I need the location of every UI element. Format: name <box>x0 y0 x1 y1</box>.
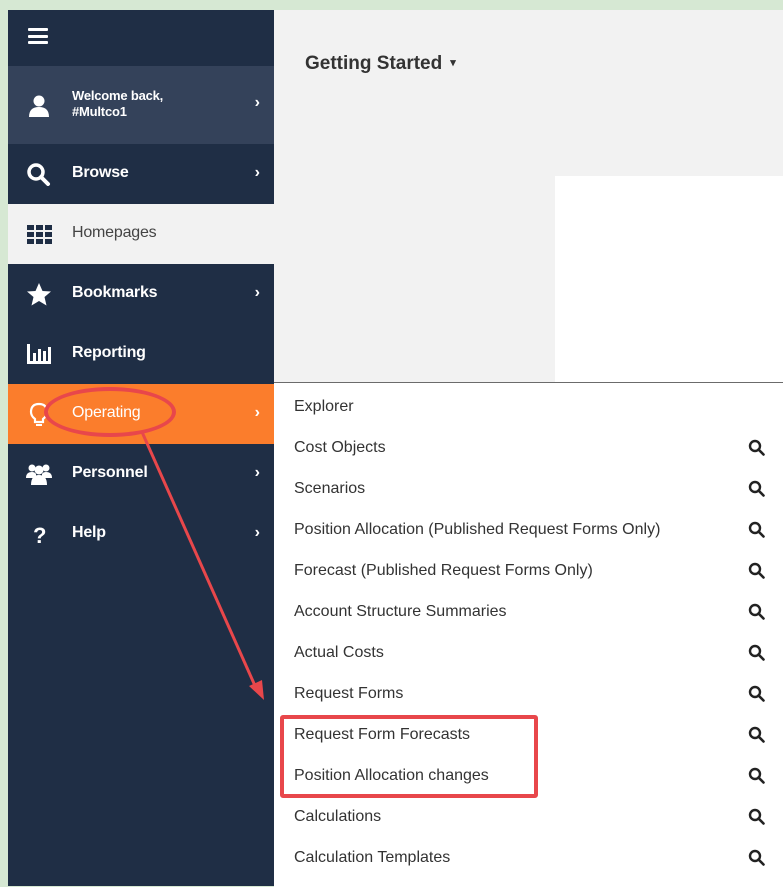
search-icon[interactable] <box>748 603 766 621</box>
question-icon: ? <box>33 523 46 546</box>
submenu-item-calculation-templates[interactable]: Calculation Templates <box>274 837 783 878</box>
svg-text:?: ? <box>33 523 46 546</box>
sidebar-item-help[interactable]: ? Help › <box>8 504 274 564</box>
search-icon[interactable] <box>748 767 766 785</box>
search-icon[interactable] <box>748 521 766 539</box>
submenu-item-calculations[interactable]: Calculations <box>274 796 783 837</box>
sidebar-item-label: Bookmarks <box>72 284 158 301</box>
star-icon <box>27 283 51 306</box>
submenu-item-account-structure-summaries[interactable]: Account Structure Summaries <box>274 591 783 632</box>
chevron-right-icon: › <box>254 164 260 181</box>
sidebar-item-bookmarks[interactable]: Bookmarks › <box>8 264 274 324</box>
submenu-item-label: Position Allocation (Published Request F… <box>294 521 661 538</box>
grid-icon <box>27 225 52 244</box>
submenu-item-label: Cost Objects <box>294 439 386 456</box>
sidebar-item-reporting[interactable]: Reporting <box>8 324 274 384</box>
sidebar-item-label: Homepages <box>72 224 157 241</box>
submenu-item-label: Request Forms <box>294 685 404 702</box>
sidebar-item-label: Help <box>72 524 106 541</box>
submenu-item-scenarios[interactable]: Scenarios <box>274 468 783 509</box>
submenu-item-forecast[interactable]: Forecast (Published Request Forms Only) <box>274 550 783 591</box>
submenu-item-label: Actual Costs <box>294 644 384 661</box>
content-panel <box>555 176 783 386</box>
submenu-item-explorer[interactable]: Explorer <box>274 386 783 427</box>
user-icon <box>29 95 49 117</box>
submenu-item-label: Calculations <box>294 808 382 825</box>
menu-toggle-button[interactable] <box>8 10 274 66</box>
operating-submenu: Explorer Cost Objects Scenarios Position… <box>274 382 783 887</box>
sidebar-item-personnel[interactable]: Personnel › <box>8 444 274 504</box>
search-icon[interactable] <box>748 644 766 662</box>
chevron-right-icon: › <box>254 94 260 111</box>
sidebar-item-label: Browse <box>72 164 129 181</box>
search-icon[interactable] <box>748 562 766 580</box>
submenu-item-label: Calculation Templates <box>294 849 451 866</box>
page-title: Getting Started <box>305 53 443 74</box>
submenu-item-label: Scenarios <box>294 480 366 497</box>
annotation-highlight-box <box>280 715 538 798</box>
search-icon[interactable] <box>748 726 766 744</box>
sidebar-item-welcome[interactable]: Welcome back, #Multco1 › <box>8 66 274 144</box>
search-icon <box>27 163 50 186</box>
sidebar-item-label: Personnel <box>72 464 148 481</box>
sidebar-item-homepages[interactable]: Homepages <box>8 204 274 264</box>
search-icon[interactable] <box>748 849 766 867</box>
sidebar-item-browse[interactable]: Browse › <box>8 144 274 204</box>
chevron-right-icon: › <box>254 404 260 421</box>
chevron-right-icon: › <box>254 524 260 541</box>
sidebar-item-label: Reporting <box>72 344 146 361</box>
search-icon[interactable] <box>748 808 766 826</box>
sidebar: Welcome back, #Multco1 › Browse › Homepa… <box>8 10 274 886</box>
welcome-text: Welcome back, #Multco1 <box>72 88 163 120</box>
hamburger-icon <box>28 28 48 44</box>
search-icon[interactable] <box>748 685 766 703</box>
chevron-right-icon: › <box>254 284 260 301</box>
submenu-item-cost-objects[interactable]: Cost Objects <box>274 427 783 468</box>
search-icon[interactable] <box>748 480 766 498</box>
search-icon[interactable] <box>748 439 766 457</box>
submenu-item-request-forms[interactable]: Request Forms <box>274 673 783 714</box>
page-title-dropdown[interactable]: Getting Started ▾ <box>305 53 456 75</box>
submenu-item-label: Account Structure Summaries <box>294 603 507 620</box>
submenu-item-label: Explorer <box>294 398 354 415</box>
submenu-item-label: Forecast (Published Request Forms Only) <box>294 562 593 579</box>
caret-down-icon: ▾ <box>450 57 456 69</box>
welcome-greeting: Welcome back, <box>72 88 164 103</box>
submenu-item-actual-costs[interactable]: Actual Costs <box>274 632 783 673</box>
welcome-username: #Multco1 <box>72 104 127 119</box>
users-icon <box>26 464 52 485</box>
bar-chart-icon <box>27 344 51 364</box>
submenu-item-position-allocation[interactable]: Position Allocation (Published Request F… <box>274 509 783 550</box>
annotation-oval <box>44 387 176 437</box>
chevron-right-icon: › <box>254 464 260 481</box>
